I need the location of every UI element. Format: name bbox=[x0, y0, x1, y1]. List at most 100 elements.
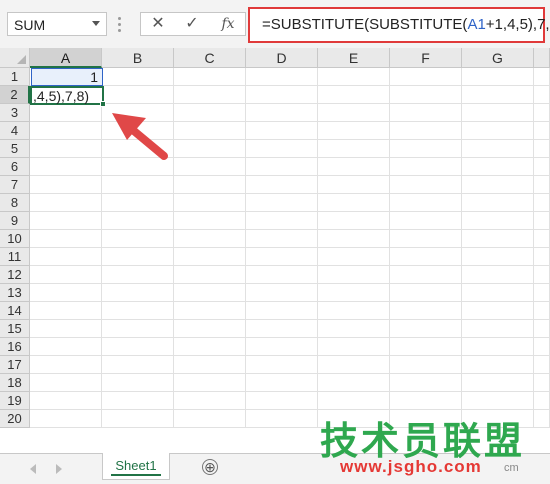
grid-cell[interactable] bbox=[102, 338, 174, 356]
grid-cell[interactable] bbox=[318, 284, 390, 302]
grid-cell[interactable] bbox=[174, 176, 246, 194]
grid-cell[interactable] bbox=[534, 122, 550, 140]
grid-cell[interactable] bbox=[534, 356, 550, 374]
grid-cell[interactable] bbox=[30, 212, 102, 230]
grid-cell[interactable] bbox=[534, 284, 550, 302]
grid-cell[interactable] bbox=[462, 338, 534, 356]
grid-cell[interactable] bbox=[390, 374, 462, 392]
grid-cell[interactable] bbox=[246, 320, 318, 338]
grid-cell[interactable] bbox=[102, 248, 174, 266]
grid-cell[interactable] bbox=[318, 338, 390, 356]
grid-cell[interactable] bbox=[174, 302, 246, 320]
grid-cell[interactable] bbox=[390, 230, 462, 248]
grid-cell[interactable] bbox=[102, 230, 174, 248]
grid-cell[interactable] bbox=[462, 158, 534, 176]
grid-cell[interactable] bbox=[246, 392, 318, 410]
grid-cell[interactable] bbox=[390, 338, 462, 356]
row-header-20[interactable]: 20 bbox=[0, 410, 30, 428]
grid-cell[interactable] bbox=[30, 140, 102, 158]
grid-cell[interactable] bbox=[102, 122, 174, 140]
grid-cell[interactable] bbox=[174, 284, 246, 302]
grid-cell[interactable] bbox=[102, 320, 174, 338]
column-header-d[interactable]: D bbox=[246, 48, 318, 68]
grid-cell[interactable] bbox=[462, 320, 534, 338]
grid-cell[interactable] bbox=[30, 302, 102, 320]
sheet-tab-sheet1[interactable]: Sheet1 bbox=[102, 453, 170, 480]
column-header-f[interactable]: F bbox=[390, 48, 462, 68]
grid-cell[interactable] bbox=[390, 104, 462, 122]
grid-cell[interactable] bbox=[462, 266, 534, 284]
grid-cell[interactable] bbox=[102, 410, 174, 428]
grid-cell[interactable] bbox=[534, 338, 550, 356]
grid-cell[interactable] bbox=[174, 410, 246, 428]
row-header-6[interactable]: 6 bbox=[0, 158, 30, 176]
column-header-partial[interactable] bbox=[534, 48, 550, 68]
grid-cell[interactable] bbox=[462, 86, 534, 104]
grid-cell[interactable] bbox=[174, 356, 246, 374]
grid-cell[interactable] bbox=[102, 68, 174, 86]
row-header-9[interactable]: 9 bbox=[0, 212, 30, 230]
grid-cell[interactable] bbox=[318, 158, 390, 176]
grid-cell[interactable] bbox=[174, 320, 246, 338]
grid-cell[interactable] bbox=[390, 212, 462, 230]
column-header-e[interactable]: E bbox=[318, 48, 390, 68]
grid-cell[interactable] bbox=[534, 104, 550, 122]
grid-cell[interactable] bbox=[102, 158, 174, 176]
grid-cell[interactable] bbox=[318, 122, 390, 140]
grid-cell[interactable] bbox=[534, 158, 550, 176]
grid-cell[interactable] bbox=[462, 68, 534, 86]
grid-cell[interactable] bbox=[246, 374, 318, 392]
grid-cell[interactable] bbox=[318, 230, 390, 248]
grid-cell[interactable] bbox=[102, 104, 174, 122]
grid-cell[interactable] bbox=[534, 86, 550, 104]
chevron-down-icon[interactable] bbox=[92, 21, 100, 26]
fill-handle[interactable] bbox=[100, 101, 106, 107]
grid-cell[interactable] bbox=[318, 320, 390, 338]
grid-cell[interactable] bbox=[318, 140, 390, 158]
grid-cell[interactable] bbox=[30, 122, 102, 140]
row-header-15[interactable]: 15 bbox=[0, 320, 30, 338]
grid-cell[interactable] bbox=[30, 356, 102, 374]
grid-cell[interactable] bbox=[390, 302, 462, 320]
spreadsheet-grid[interactable]: A B C D E F G 1 2 3 4 5 6 7 8 9 10 11 12 13 14 15 16 17 18 19 20 1,… bbox=[0, 48, 550, 453]
grid-cell[interactable] bbox=[246, 140, 318, 158]
grid-cell[interactable] bbox=[462, 356, 534, 374]
grid-cell[interactable] bbox=[318, 302, 390, 320]
grid-cell[interactable] bbox=[246, 86, 318, 104]
grid-cell[interactable] bbox=[102, 374, 174, 392]
grid-cell[interactable] bbox=[246, 302, 318, 320]
grid-cell[interactable] bbox=[390, 248, 462, 266]
grid-cell[interactable] bbox=[174, 158, 246, 176]
grid-cell[interactable] bbox=[246, 284, 318, 302]
grid-cell[interactable] bbox=[174, 248, 246, 266]
grid-cell[interactable] bbox=[462, 140, 534, 158]
grid-cell[interactable] bbox=[102, 392, 174, 410]
grid-cell[interactable] bbox=[102, 284, 174, 302]
grid-cell[interactable] bbox=[462, 104, 534, 122]
row-header-5[interactable]: 5 bbox=[0, 140, 30, 158]
grid-cell[interactable] bbox=[390, 140, 462, 158]
grid-cell[interactable] bbox=[174, 104, 246, 122]
grid-cell[interactable] bbox=[534, 248, 550, 266]
grid-cell[interactable] bbox=[30, 374, 102, 392]
grid-cell[interactable] bbox=[174, 392, 246, 410]
grid-cell[interactable] bbox=[102, 356, 174, 374]
grid-cell[interactable] bbox=[246, 104, 318, 122]
grid-cell[interactable] bbox=[30, 392, 102, 410]
add-sheet-icon[interactable]: ⊕ bbox=[202, 459, 218, 475]
grid-cell[interactable] bbox=[102, 176, 174, 194]
grid-cell[interactable] bbox=[534, 374, 550, 392]
formula-input[interactable]: =SUBSTITUTE(SUBSTITUTE(A1+1,4,5),7,8) bbox=[248, 7, 550, 43]
grid-cell[interactable] bbox=[462, 176, 534, 194]
grid-cell[interactable] bbox=[174, 338, 246, 356]
grid-cell[interactable] bbox=[390, 266, 462, 284]
grid-cell[interactable] bbox=[462, 248, 534, 266]
grid-cell[interactable] bbox=[318, 392, 390, 410]
grid-cell[interactable] bbox=[462, 230, 534, 248]
grid-cell[interactable] bbox=[30, 230, 102, 248]
grid-cell[interactable] bbox=[102, 266, 174, 284]
grid-cell[interactable] bbox=[246, 122, 318, 140]
grid-cell[interactable] bbox=[30, 320, 102, 338]
scroll-right-icon[interactable] bbox=[56, 464, 62, 474]
grid-cell[interactable] bbox=[246, 212, 318, 230]
